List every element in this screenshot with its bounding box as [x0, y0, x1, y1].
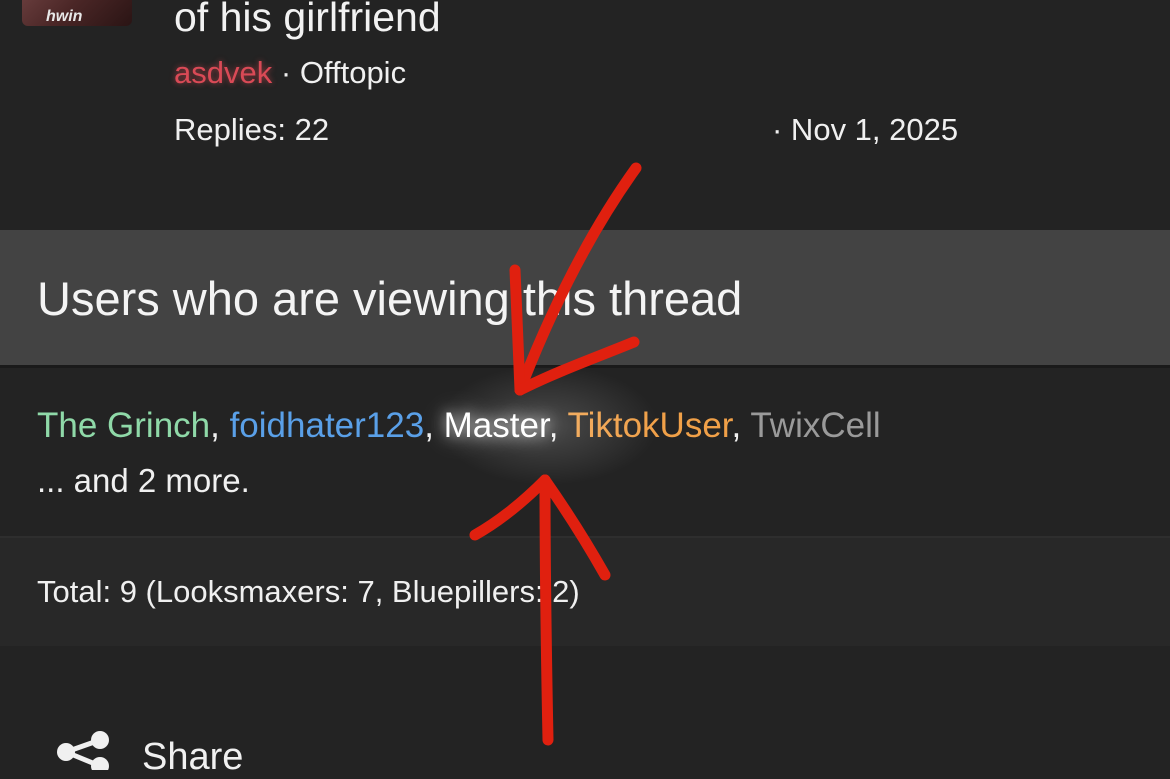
share-label[interactable]: Share [142, 736, 243, 779]
thread-item[interactable]: hwin of his girlfriend asdvek · Offtopic… [0, 0, 1170, 230]
thread-forum[interactable]: Offtopic [300, 55, 406, 90]
thread-date: · Nov 1, 2025 [772, 112, 959, 147]
share-row[interactable]: Share [0, 646, 1170, 778]
thread-meta: asdvek · Offtopic [174, 55, 406, 91]
viewer-user-master[interactable]: Master [444, 406, 549, 445]
viewer-user-foidhater123[interactable]: foidhater123 [230, 406, 425, 445]
thread-author[interactable]: asdvek [174, 55, 272, 90]
viewer-user-twixcell[interactable]: TwixCell [750, 406, 880, 445]
avatar-text: hwin [46, 8, 83, 25]
meta-separator: · [280, 55, 292, 90]
viewers-header: Users who are viewing this thread [0, 230, 1170, 365]
viewer-user-tiktokuser[interactable]: TiktokUser [568, 406, 732, 445]
viewers-total-row: Total: 9 (Looksmaxers: 7, Bluepillers: 2… [0, 538, 1170, 646]
share-icon[interactable] [56, 730, 116, 770]
list-separator: , [548, 406, 568, 445]
viewers-title: Users who are viewing this thread [37, 272, 743, 325]
list-separator: , [210, 406, 230, 445]
viewers-more: ... and 2 more. [37, 462, 250, 499]
thread-title[interactable]: of his girlfriend [174, 0, 441, 41]
viewers-total: Total: 9 (Looksmaxers: 7, Bluepillers: 2… [37, 574, 580, 609]
avatar[interactable]: hwin [22, 0, 132, 26]
viewer-list: The Grinch, foidhater123, Master, Tiktok… [37, 406, 881, 446]
list-separator: , [731, 406, 751, 445]
list-separator: , [424, 406, 444, 445]
viewer-user-the-grinch[interactable]: The Grinch [37, 406, 210, 445]
thread-replies: Replies: 22 [174, 112, 330, 147]
viewers-body: The Grinch, foidhater123, Master, Tiktok… [0, 368, 1170, 536]
